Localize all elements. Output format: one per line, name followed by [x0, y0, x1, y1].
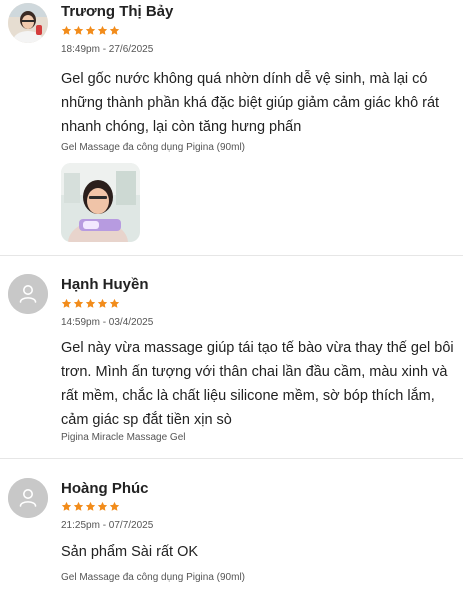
star-icon	[109, 501, 120, 511]
star-icon	[61, 25, 72, 35]
star-icon	[85, 298, 96, 308]
star-icon	[97, 25, 108, 35]
review-divider	[0, 458, 463, 459]
product-name[interactable]: Gel Massage đa công dụng Pigina (90ml)	[61, 142, 245, 154]
star-icon	[109, 25, 120, 35]
star-icon	[73, 298, 84, 308]
avatar[interactable]	[8, 274, 48, 314]
star-icon	[97, 298, 108, 308]
star-rating	[61, 298, 120, 310]
star-icon	[73, 25, 84, 35]
star-icon	[97, 501, 108, 511]
star-icon	[85, 25, 96, 35]
product-name[interactable]: Pigina Miracle Massage Gel	[61, 432, 186, 444]
review-item: Hoàng Phúc 21:25pm - 07/7/2025 Sản phẩm …	[0, 478, 463, 593]
user-icon	[8, 478, 48, 518]
reviewer-name: Hoàng Phúc	[61, 480, 149, 497]
star-icon	[85, 501, 96, 511]
user-photo-icon	[8, 3, 48, 43]
star-rating	[61, 501, 120, 513]
review-text: Gel gốc nước không quá nhờn dính dễ vệ s…	[61, 71, 440, 135]
reviewer-name: Hạnh Huyền	[61, 276, 149, 293]
star-icon	[109, 298, 120, 308]
review-timestamp: 21:25pm - 07/7/2025	[61, 520, 154, 531]
star-icon	[61, 298, 72, 308]
review-text: Sản phẩm Sài rất OK	[61, 544, 199, 560]
star-icon	[61, 501, 72, 511]
review-text: Gel này vừa massage giúp tái tạo tế bào …	[61, 340, 454, 428]
star-rating	[61, 25, 120, 37]
review-item: Hạnh Huyền 14:59pm - 03/4/2025 Gel này v…	[0, 274, 463, 449]
avatar[interactable]	[8, 478, 48, 518]
attached-photo-icon	[61, 163, 140, 242]
avatar[interactable]	[8, 3, 48, 43]
review-timestamp: 18:49pm - 27/6/2025	[61, 44, 154, 55]
review-photo[interactable]	[61, 163, 140, 242]
review-item: Trương Thị Bảy 18:49pm - 27/6/2025 Gel g…	[0, 3, 463, 253]
review-divider	[0, 255, 463, 256]
reviewer-name: Trương Thị Bảy	[61, 3, 174, 20]
user-icon	[8, 274, 48, 314]
review-timestamp: 14:59pm - 03/4/2025	[61, 317, 154, 328]
star-icon	[73, 501, 84, 511]
product-name[interactable]: Gel Massage đa công dụng Pigina (90ml)	[61, 572, 245, 584]
